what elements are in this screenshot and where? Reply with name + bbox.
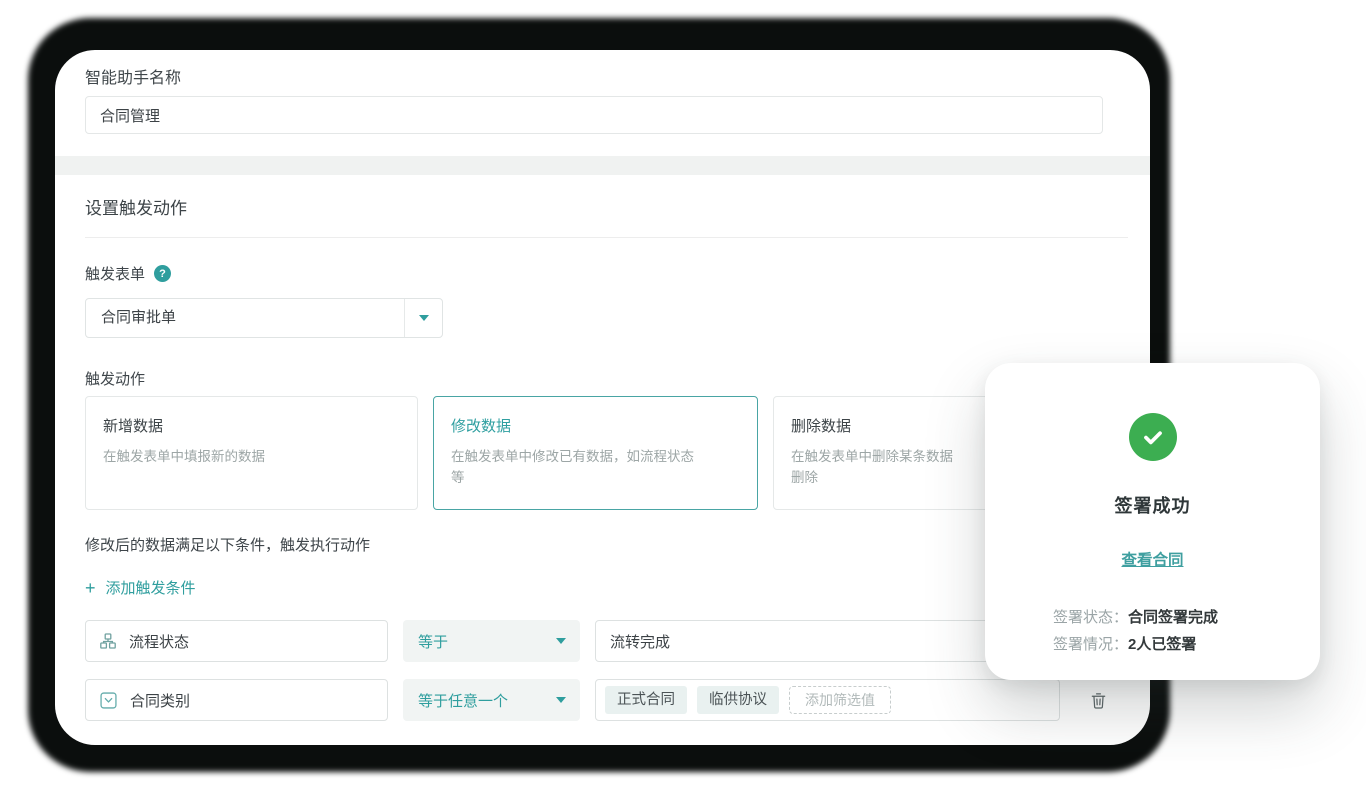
condition-row: 流程状态 等于 bbox=[85, 620, 1060, 662]
condition-operator-value: 等于 bbox=[418, 631, 448, 652]
sign-success-title: 签署成功 bbox=[1115, 492, 1191, 518]
condition-operator-value: 等于任意一个 bbox=[418, 690, 508, 711]
card-description: 在触发表单中修改已有数据，如流程状态 等 bbox=[451, 447, 740, 489]
condition-tag: 临供协议 bbox=[697, 686, 779, 714]
chevron-down-icon bbox=[556, 697, 566, 703]
card-description: 在触发表单中填报新的数据 bbox=[103, 447, 400, 468]
condition-operator-select[interactable]: 等于 bbox=[403, 620, 580, 662]
sign-info-rows: 签署状态：合同签署完成 签署情况：2人已签署 bbox=[1053, 604, 1218, 658]
add-condition-label: 添加触发条件 bbox=[106, 577, 196, 598]
conditions-hint: 修改后的数据满足以下条件，触发执行动作 bbox=[85, 534, 370, 555]
trigger-form-label: 触发表单 bbox=[85, 263, 145, 284]
question-circle-icon[interactable]: ? bbox=[154, 265, 171, 282]
trigger-action-label: 触发动作 bbox=[85, 368, 145, 389]
add-filter-value-button[interactable]: 添加筛选值 bbox=[789, 686, 891, 714]
trigger-form-selected-value: 合同审批单 bbox=[86, 299, 404, 337]
workflow-icon bbox=[100, 633, 116, 649]
delete-condition-button[interactable] bbox=[1089, 691, 1108, 710]
condition-field-selector[interactable]: 流程状态 bbox=[85, 620, 388, 662]
trigger-form-caret-zone bbox=[404, 299, 442, 337]
section-title: 设置触发动作 bbox=[85, 194, 187, 219]
trash-icon bbox=[1089, 691, 1108, 710]
condition-field-name: 流程状态 bbox=[129, 631, 189, 652]
trigger-form-label-row: 触发表单 ? bbox=[85, 263, 171, 284]
trigger-action-card-add-data[interactable]: 新增数据 在触发表单中填报新的数据 bbox=[85, 396, 418, 510]
sign-count-row: 签署情况：2人已签署 bbox=[1053, 631, 1218, 658]
sign-status-value: 合同签署完成 bbox=[1128, 609, 1218, 626]
screenshot-stage: 智能助手名称 设置触发动作 触发表单 ? 合同审批单 触发动作 新增数据 在触发… bbox=[0, 0, 1366, 796]
select-field-icon bbox=[100, 692, 117, 709]
condition-field-name: 合同类别 bbox=[130, 690, 190, 711]
trigger-form-select[interactable]: 合同审批单 bbox=[85, 298, 443, 338]
view-contract-link[interactable]: 查看合同 bbox=[1121, 548, 1183, 570]
condition-tag: 正式合同 bbox=[605, 686, 687, 714]
sign-status-label: 签署状态： bbox=[1053, 609, 1128, 626]
condition-operator-select[interactable]: 等于任意一个 bbox=[403, 679, 580, 721]
chevron-down-icon bbox=[556, 638, 566, 644]
section-title-divider bbox=[85, 237, 1128, 238]
assistant-name-label: 智能助手名称 bbox=[85, 64, 181, 88]
condition-field-selector[interactable]: 合同类别 bbox=[85, 679, 388, 721]
sign-success-card: 签署成功 查看合同 签署状态：合同签署完成 签署情况：2人已签署 bbox=[985, 363, 1320, 680]
check-circle-icon bbox=[1129, 413, 1177, 461]
card-title: 修改数据 bbox=[451, 415, 740, 436]
assistant-name-input[interactable] bbox=[85, 96, 1103, 134]
trigger-action-card-modify-data[interactable]: 修改数据 在触发表单中修改已有数据，如流程状态 等 bbox=[433, 396, 758, 510]
sign-count-label: 签署情况： bbox=[1053, 636, 1128, 653]
plus-icon: + bbox=[85, 579, 96, 597]
add-condition-button[interactable]: + 添加触发条件 bbox=[85, 577, 196, 598]
chevron-down-icon bbox=[419, 315, 429, 321]
trigger-action-cards: 新增数据 在触发表单中填报新的数据 修改数据 在触发表单中修改已有数据，如流程状… bbox=[85, 396, 1098, 510]
sign-count-value: 2人已签署 bbox=[1128, 636, 1196, 653]
sign-status-row: 签署状态：合同签署完成 bbox=[1053, 604, 1218, 631]
condition-tags-box[interactable]: 正式合同 临供协议 添加筛选值 bbox=[595, 679, 1060, 721]
section-separator-band bbox=[55, 156, 1150, 175]
card-title: 新增数据 bbox=[103, 415, 400, 436]
condition-row: 合同类别 等于任意一个 正式合同 临供协议 添加筛选值 bbox=[85, 679, 1108, 721]
